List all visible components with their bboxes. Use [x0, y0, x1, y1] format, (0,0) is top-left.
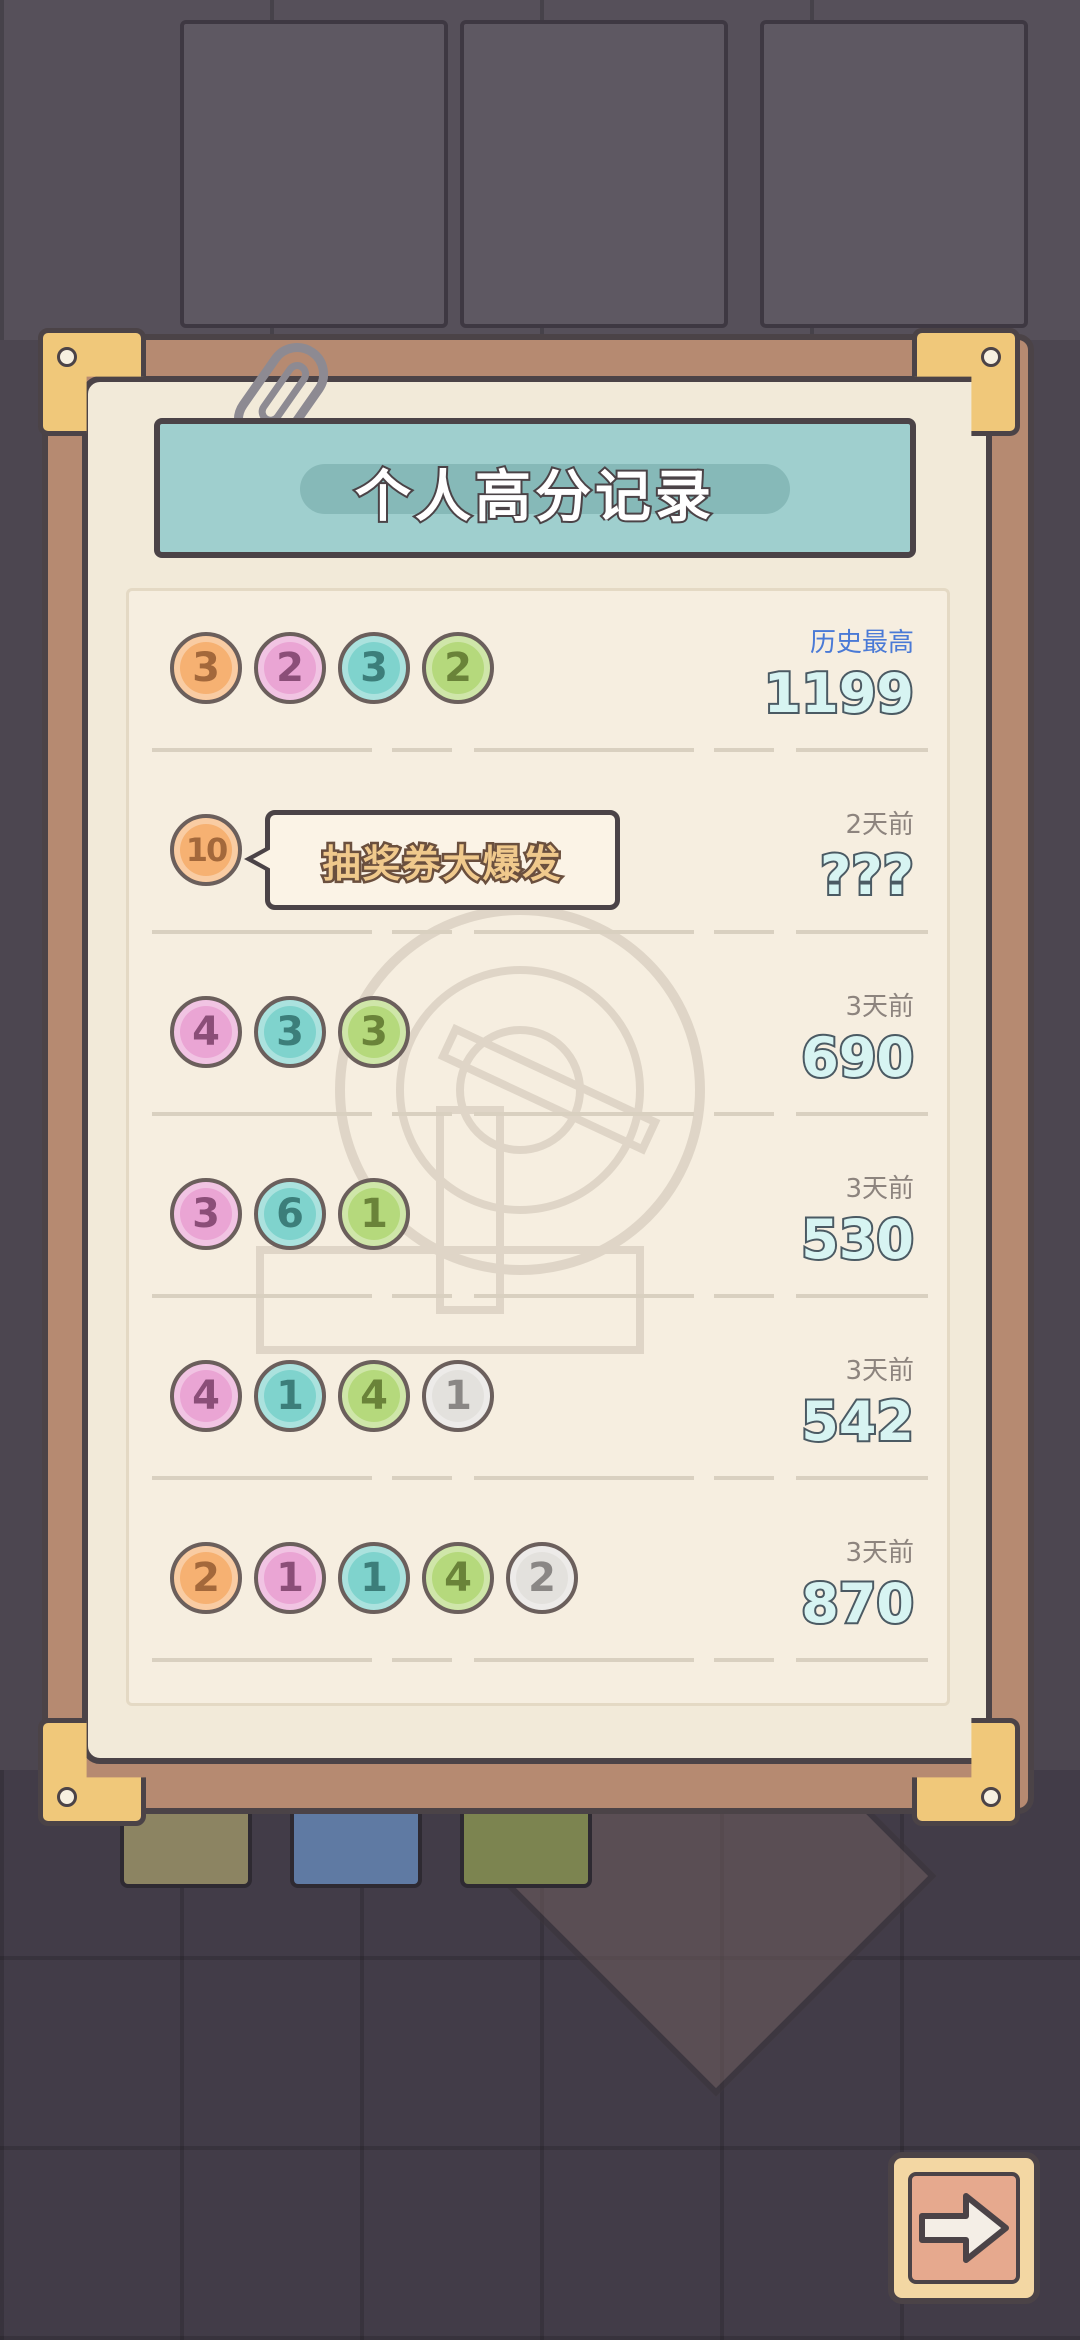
best-record-label: 历史最高 [809, 628, 914, 658]
number-ball-pink: 1 [254, 1542, 326, 1614]
number-ball-teal: 1 [254, 1360, 326, 1432]
number-ball-pink: 4 [170, 1360, 242, 1432]
record-score: ??? [818, 842, 916, 909]
number-ball-silver: 2 [506, 1542, 578, 1614]
row-divider [152, 1658, 928, 1662]
record-time: 3天前 [845, 1538, 914, 1568]
background-wall [0, 0, 1080, 340]
number-ball-pink: 2 [254, 632, 326, 704]
record-time: 3天前 [845, 1356, 914, 1386]
page-title: 个人高分记录 [353, 463, 715, 532]
record-score: 1199 [762, 660, 916, 727]
row-divider [152, 1112, 928, 1116]
background-board [460, 20, 728, 328]
tooltip-text: 抽奖券大爆发 [320, 839, 563, 888]
title-banner: 个人高分记录 [154, 418, 916, 558]
ball-group: 433 [170, 996, 410, 1072]
row-divider [152, 1294, 928, 1298]
number-ball-green: 4 [422, 1542, 494, 1614]
record-score: 542 [799, 1388, 916, 1455]
record-score: 530 [799, 1206, 916, 1273]
record-time: 3天前 [845, 1174, 914, 1204]
background-board [760, 20, 1028, 328]
row-divider [152, 930, 928, 934]
record-row: 3 6 1 3天前 530 [130, 1128, 950, 1298]
record-row: 4 3 3 3天前 690 [130, 946, 950, 1116]
ball-group: 3232 [170, 632, 494, 708]
number-ball-green: 3 [338, 996, 410, 1068]
number-ball-green: 1 [338, 1178, 410, 1250]
next-button[interactable] [888, 2152, 1040, 2304]
number-ball-silver: 1 [422, 1360, 494, 1432]
number-ball-teal: 6 [254, 1178, 326, 1250]
ball-group: 4141 [170, 1360, 494, 1436]
number-ball-green: 2 [422, 632, 494, 704]
row-divider [152, 748, 928, 752]
arrow-right-icon [919, 2193, 1009, 2263]
record-score: 870 [799, 1570, 916, 1637]
number-ball-orange: 10 [170, 814, 242, 886]
background-board [180, 20, 448, 328]
next-button-face[interactable] [908, 2172, 1020, 2284]
number-ball-teal: 3 [338, 632, 410, 704]
number-ball-pink: 4 [170, 996, 242, 1068]
lottery-tooltip: 抽奖券大爆发 [244, 810, 620, 910]
ball-group: 10 [170, 814, 242, 890]
record-row: 4 1 4 1 3天前 542 [130, 1310, 950, 1480]
record-row: 2 1 1 4 2 3天前 870 [130, 1492, 950, 1662]
number-ball-teal: 3 [254, 996, 326, 1068]
record-row: 3 2 3 2 历史最高 1199 [130, 582, 950, 752]
number-ball-pink: 3 [170, 1178, 242, 1250]
number-ball-teal: 1 [338, 1542, 410, 1614]
row-divider [152, 1476, 928, 1480]
record-time: 2天前 [845, 810, 914, 840]
record-time: 3天前 [845, 992, 914, 1022]
number-ball-orange: 3 [170, 632, 242, 704]
ball-group: 361 [170, 1178, 410, 1254]
ball-group: 21142 [170, 1542, 578, 1618]
number-ball-green: 4 [338, 1360, 410, 1432]
record-score: 690 [799, 1024, 916, 1091]
number-ball-orange: 2 [170, 1542, 242, 1614]
